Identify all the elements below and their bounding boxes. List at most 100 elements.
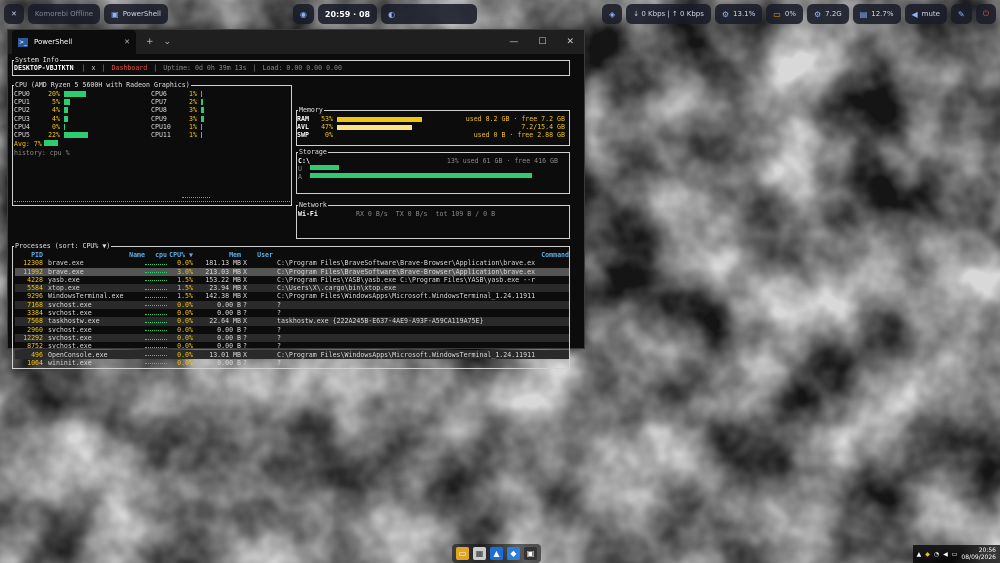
- maximize-button[interactable]: ☐: [538, 37, 546, 47]
- cpu-core-name: CPU5: [14, 130, 30, 139]
- volume-widget[interactable]: ◀ mute: [904, 4, 947, 24]
- process-command: ?: [277, 309, 281, 318]
- cpu-core-name: CPU10: [151, 122, 171, 131]
- cpu-core-pct: 20%: [48, 90, 60, 98]
- battery-icon[interactable]: ▭: [952, 551, 958, 558]
- process-row[interactable]: 5584 xtop.exe 1.5% 23.94 MB X C:\Users\X\.car…: [15, 284, 569, 293]
- process-row[interactable]: 1064 wininit.exe 0.0% 0.00 B??: [15, 359, 569, 367]
- close-button[interactable]: ✕: [566, 37, 574, 47]
- process-user: X: [243, 284, 247, 293]
- file-explorer-icon[interactable]: ▭: [456, 547, 469, 560]
- process-table: PID Name cpu CPU% ▼ Mem User Command 123…: [15, 251, 569, 367]
- new-tab-button[interactable]: +: [146, 37, 154, 47]
- column-mem[interactable]: Mem: [193, 251, 241, 259]
- komorebi-status[interactable]: Komorebi Offline: [27, 4, 101, 24]
- minimize-button[interactable]: —: [509, 37, 518, 47]
- memory-row-text: used 8.2 GB · free 7.2 GB: [465, 115, 565, 123]
- process-cpu-graph: [145, 287, 167, 290]
- powershell-icon: >_: [18, 37, 28, 47]
- process-pid: 4228: [27, 275, 43, 284]
- process-mem: 0.00 B: [217, 342, 241, 351]
- process-row[interactable]: 3384 svchost.exe 0.0% 0.00 B??: [15, 309, 569, 317]
- column-pid[interactable]: PID: [15, 251, 45, 259]
- process-pid: 7568: [27, 317, 43, 326]
- active-window-title[interactable]: ▣ PowerShell: [104, 4, 168, 24]
- column-user[interactable]: User: [241, 251, 277, 259]
- tray-app-icon[interactable]: ◆: [925, 551, 930, 558]
- memory-row-pct: 0%: [325, 131, 333, 140]
- cpu-core-pct: 0%: [52, 122, 60, 131]
- cpu-core-name: CPU7: [151, 98, 167, 107]
- process-row[interactable]: 12292 svchost.exe 0.0% 0.00 B??: [15, 333, 569, 343]
- tab-dropdown-button[interactable]: ⌄: [164, 37, 172, 47]
- storage-info: 13% used 61 GB · free 416 GB: [446, 157, 558, 165]
- cpu-average: Avg: 7%: [14, 140, 58, 148]
- process-row[interactable]: 4228 yasb.exe 1.5% 153.22 MB X C:\Program Fil…: [15, 276, 569, 284]
- memory-widget[interactable]: ⚙ 7.2G: [806, 4, 849, 24]
- process-row[interactable]: 12308 brave.exe 0.0% 181.13 MB X C:\Program F…: [15, 259, 569, 267]
- notepad-icon[interactable]: ▦: [473, 547, 486, 560]
- dashboard-tab[interactable]: Dashboard: [112, 64, 148, 72]
- store-icon[interactable]: ▲: [490, 547, 503, 560]
- process-user: X: [243, 350, 247, 359]
- process-row[interactable]: 8752 svchost.exe 0.0% 0.00 B??: [15, 342, 569, 350]
- process-cpu-pct: 1.5%: [177, 284, 193, 293]
- process-user: ?: [243, 358, 247, 367]
- cpu-widget[interactable]: ⚙ 13.1%: [714, 4, 763, 24]
- terminal-icon[interactable]: ▣: [524, 547, 537, 560]
- tab-powershell[interactable]: >_ PowerShell ✕: [12, 30, 136, 54]
- process-user: ?: [243, 325, 247, 334]
- network-widget[interactable]: ↓ 0 Kbps | ↑ 0 Kbps: [626, 4, 711, 24]
- cpu-core-pct: 2%: [189, 98, 197, 107]
- process-cpu-graph: [145, 262, 167, 265]
- shield-widget[interactable]: ◈: [602, 4, 623, 24]
- pen-widget[interactable]: ✎: [950, 4, 972, 24]
- column-cpu-graph[interactable]: cpu: [145, 251, 167, 259]
- process-mem: 0.00 B: [217, 358, 241, 367]
- power-icon: ⏻: [982, 9, 990, 18]
- memory-row-name: RAM: [297, 115, 309, 123]
- process-pid: 2960: [27, 325, 43, 334]
- terminal-content[interactable]: System Info DESKTOP-VBJTKTN | x | Dashbo…: [8, 54, 584, 369]
- cpu-core-name: CPU9: [151, 114, 167, 123]
- cpu-core-row: CPU4 0%: [14, 123, 88, 131]
- pen-icon: ✎: [957, 9, 965, 19]
- process-row[interactable]: 7568 taskhostw.exe 0.0% 22.64 MB Xtaskhostw.…: [15, 317, 569, 326]
- process-row[interactable]: 9296 WindowsTerminal.exe 1.5% 142.38 MB X C:\…: [15, 292, 569, 300]
- process-row[interactable]: 11992 brave.exe 3.0% 213.03 MB X C:\Program F…: [15, 267, 569, 276]
- tray-chevron-icon[interactable]: ▲: [917, 551, 922, 558]
- gpu-widget[interactable]: ▭ 0%: [766, 4, 803, 24]
- disk-widget[interactable]: ▤ 12.7%: [852, 4, 901, 24]
- cpu-core-name: CPU2: [14, 106, 30, 115]
- process-row[interactable]: 2960 svchost.exe 0.0% 0.00 B??: [15, 326, 569, 334]
- memory-row-name: SWP: [297, 131, 309, 140]
- storage-used-bar: [309, 165, 339, 171]
- column-command[interactable]: Command: [277, 251, 569, 259]
- process-cpu-graph: [145, 320, 167, 323]
- process-row[interactable]: 7168 svchost.exe 0.0% 0.00 B??: [15, 300, 569, 309]
- speaker-icon[interactable]: ◀: [943, 551, 948, 558]
- workspace-indicator[interactable]: ◉: [292, 4, 314, 24]
- process-command: C:\Users\X\.cargo\bin\xtop.exe: [277, 284, 397, 293]
- cpu-core-bar: [64, 123, 65, 130]
- shield-icon: ◈: [609, 9, 616, 19]
- wifi-icon[interactable]: ◔: [934, 551, 939, 558]
- memory-row-text: used 0 B · free 2.88 GB: [473, 131, 565, 140]
- media-widget[interactable]: ◐: [381, 4, 478, 24]
- process-row[interactable]: 496 OpenConsole.exe 0.0% 13.01 MB X C:\Progra…: [15, 350, 569, 359]
- process-name: svchost.exe: [48, 309, 92, 318]
- power-widget[interactable]: ⏻: [975, 4, 997, 24]
- process-pid: 12292: [23, 333, 43, 342]
- process-user: X: [243, 317, 247, 326]
- cpu-core-pct: 4%: [52, 106, 60, 115]
- terminal-icon: ▣: [111, 9, 119, 19]
- close-workspace-button[interactable]: ✕: [4, 4, 24, 24]
- tray-clock[interactable]: 20:56 08/09/2026: [961, 547, 996, 561]
- column-name[interactable]: Name: [45, 251, 145, 259]
- vscode-icon[interactable]: ◆: [507, 547, 520, 560]
- column-cpu-pct[interactable]: CPU% ▼: [167, 251, 193, 259]
- clock-widget[interactable]: 20:59 · 08: [317, 4, 378, 24]
- tab-close-button[interactable]: ✕: [124, 38, 130, 46]
- cpu-core-bar: [201, 91, 203, 98]
- process-cpu-pct: 0.0%: [177, 259, 193, 268]
